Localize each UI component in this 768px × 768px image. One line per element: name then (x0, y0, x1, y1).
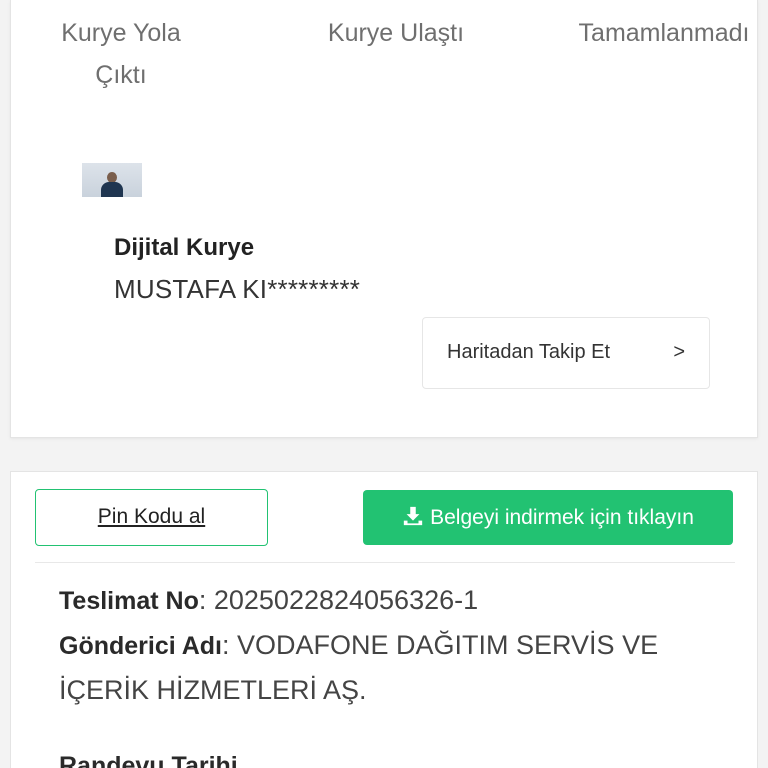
appointment-date-row: Randevu Tarihi (59, 750, 238, 768)
appointment-date-label: Randevu Tarihi (59, 752, 238, 768)
download-document-button[interactable]: Belgeyi indirmek için tıklayın (363, 490, 733, 545)
delivery-details-card: Pin Kodu al Belgeyi indirmek için tıklay… (10, 471, 758, 768)
sender-name-continuation: İÇERİK HİZMETLERİ AŞ. (59, 675, 367, 706)
section-divider (35, 562, 735, 563)
chevron-right-icon: > (673, 341, 685, 363)
courier-avatar (82, 163, 142, 197)
courier-name: MUSTAFA KI********* (114, 274, 361, 304)
download-icon (403, 507, 423, 526)
get-pin-code-button[interactable]: Pin Kodu al (35, 489, 268, 546)
delivery-number-row: Teslimat No: 2025022824056326-1 (59, 585, 479, 615)
courier-card: Kurye Yola Çıktı Kurye Ulaştı Tamamlanma… (10, 0, 758, 438)
sender-name-row: Gönderici Adı: VODAFONE DAĞITIM SERVİS V… (59, 630, 659, 660)
track-on-map-label: Haritadan Takip Et (447, 341, 611, 363)
avatar-body-shape (101, 182, 123, 197)
courier-title: Dijital Kurye (114, 234, 255, 261)
sender-name-label: Gönderici Adı (59, 632, 222, 660)
sender-name-value: VODAFONE DAĞITIM SERVİS VE (237, 630, 659, 660)
delivery-number-value: 2025022824056326-1 (213, 585, 479, 615)
get-pin-code-label: Pin Kodu al (97, 505, 206, 528)
delivery-number-label: Teslimat No (59, 587, 199, 615)
delivery-tracking-page: Kurye Yola Çıktı Kurye Ulaştı Tamamlanma… (0, 0, 768, 768)
status-step-not-completed: Tamamlanmadı (578, 19, 750, 47)
status-step-courier-on-way: Kurye Yola Çıktı (61, 19, 181, 89)
sender-name-value-line2: İÇERİK HİZMETLERİ AŞ. (59, 675, 367, 705)
status-step-courier-arrived: Kurye Ulaştı (327, 19, 465, 47)
download-document-label: Belgeyi indirmek için tıklayın (430, 506, 694, 529)
track-on-map-button[interactable]: Haritadan Takip Et > (422, 317, 710, 389)
